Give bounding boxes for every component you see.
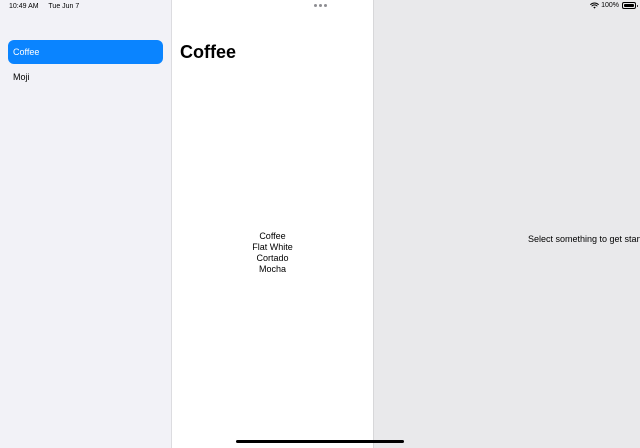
sidebar-item-coffee[interactable]: Coffee bbox=[8, 40, 163, 64]
dot bbox=[314, 4, 317, 7]
sidebar: 10:49 AM Tue Jun 7 Coffee Moji bbox=[0, 0, 172, 448]
dot bbox=[324, 4, 327, 7]
home-indicator[interactable] bbox=[236, 440, 404, 443]
status-date: Tue Jun 7 bbox=[48, 3, 80, 10]
ipad-screen: 10:49 AM Tue Jun 7 Coffee Moji Coffee Co… bbox=[0, 0, 640, 448]
sidebar-list: Coffee Moji bbox=[8, 40, 163, 90]
multitasking-menu-icon[interactable] bbox=[314, 4, 327, 7]
sidebar-item-label: Coffee bbox=[13, 47, 40, 57]
page-title: Coffee bbox=[180, 42, 237, 62]
battery-level bbox=[624, 4, 634, 7]
list-item[interactable]: Coffee bbox=[172, 231, 373, 242]
status-bar-right: 100% bbox=[590, 2, 638, 9]
battery-icon bbox=[622, 2, 638, 9]
list-item[interactable]: Flat White bbox=[172, 242, 373, 253]
status-time: 10:49 AM bbox=[9, 3, 39, 10]
content-column: Coffee Coffee Flat White Cortado Mocha bbox=[172, 0, 373, 448]
dot bbox=[319, 4, 322, 7]
list-item[interactable]: Cortado bbox=[172, 253, 373, 264]
detail-column: Select something to get started bbox=[373, 0, 640, 448]
empty-detail-message: Select something to get started bbox=[528, 234, 640, 244]
sidebar-item-label: Moji bbox=[13, 72, 30, 82]
coffee-list: Coffee Flat White Cortado Mocha bbox=[172, 231, 373, 275]
wifi-icon bbox=[590, 2, 599, 9]
list-item[interactable]: Mocha bbox=[172, 264, 373, 275]
battery-percentage: 100% bbox=[601, 2, 619, 9]
status-bar-left: 10:49 AM Tue Jun 7 bbox=[9, 3, 87, 10]
sidebar-item-moji[interactable]: Moji bbox=[8, 65, 163, 89]
